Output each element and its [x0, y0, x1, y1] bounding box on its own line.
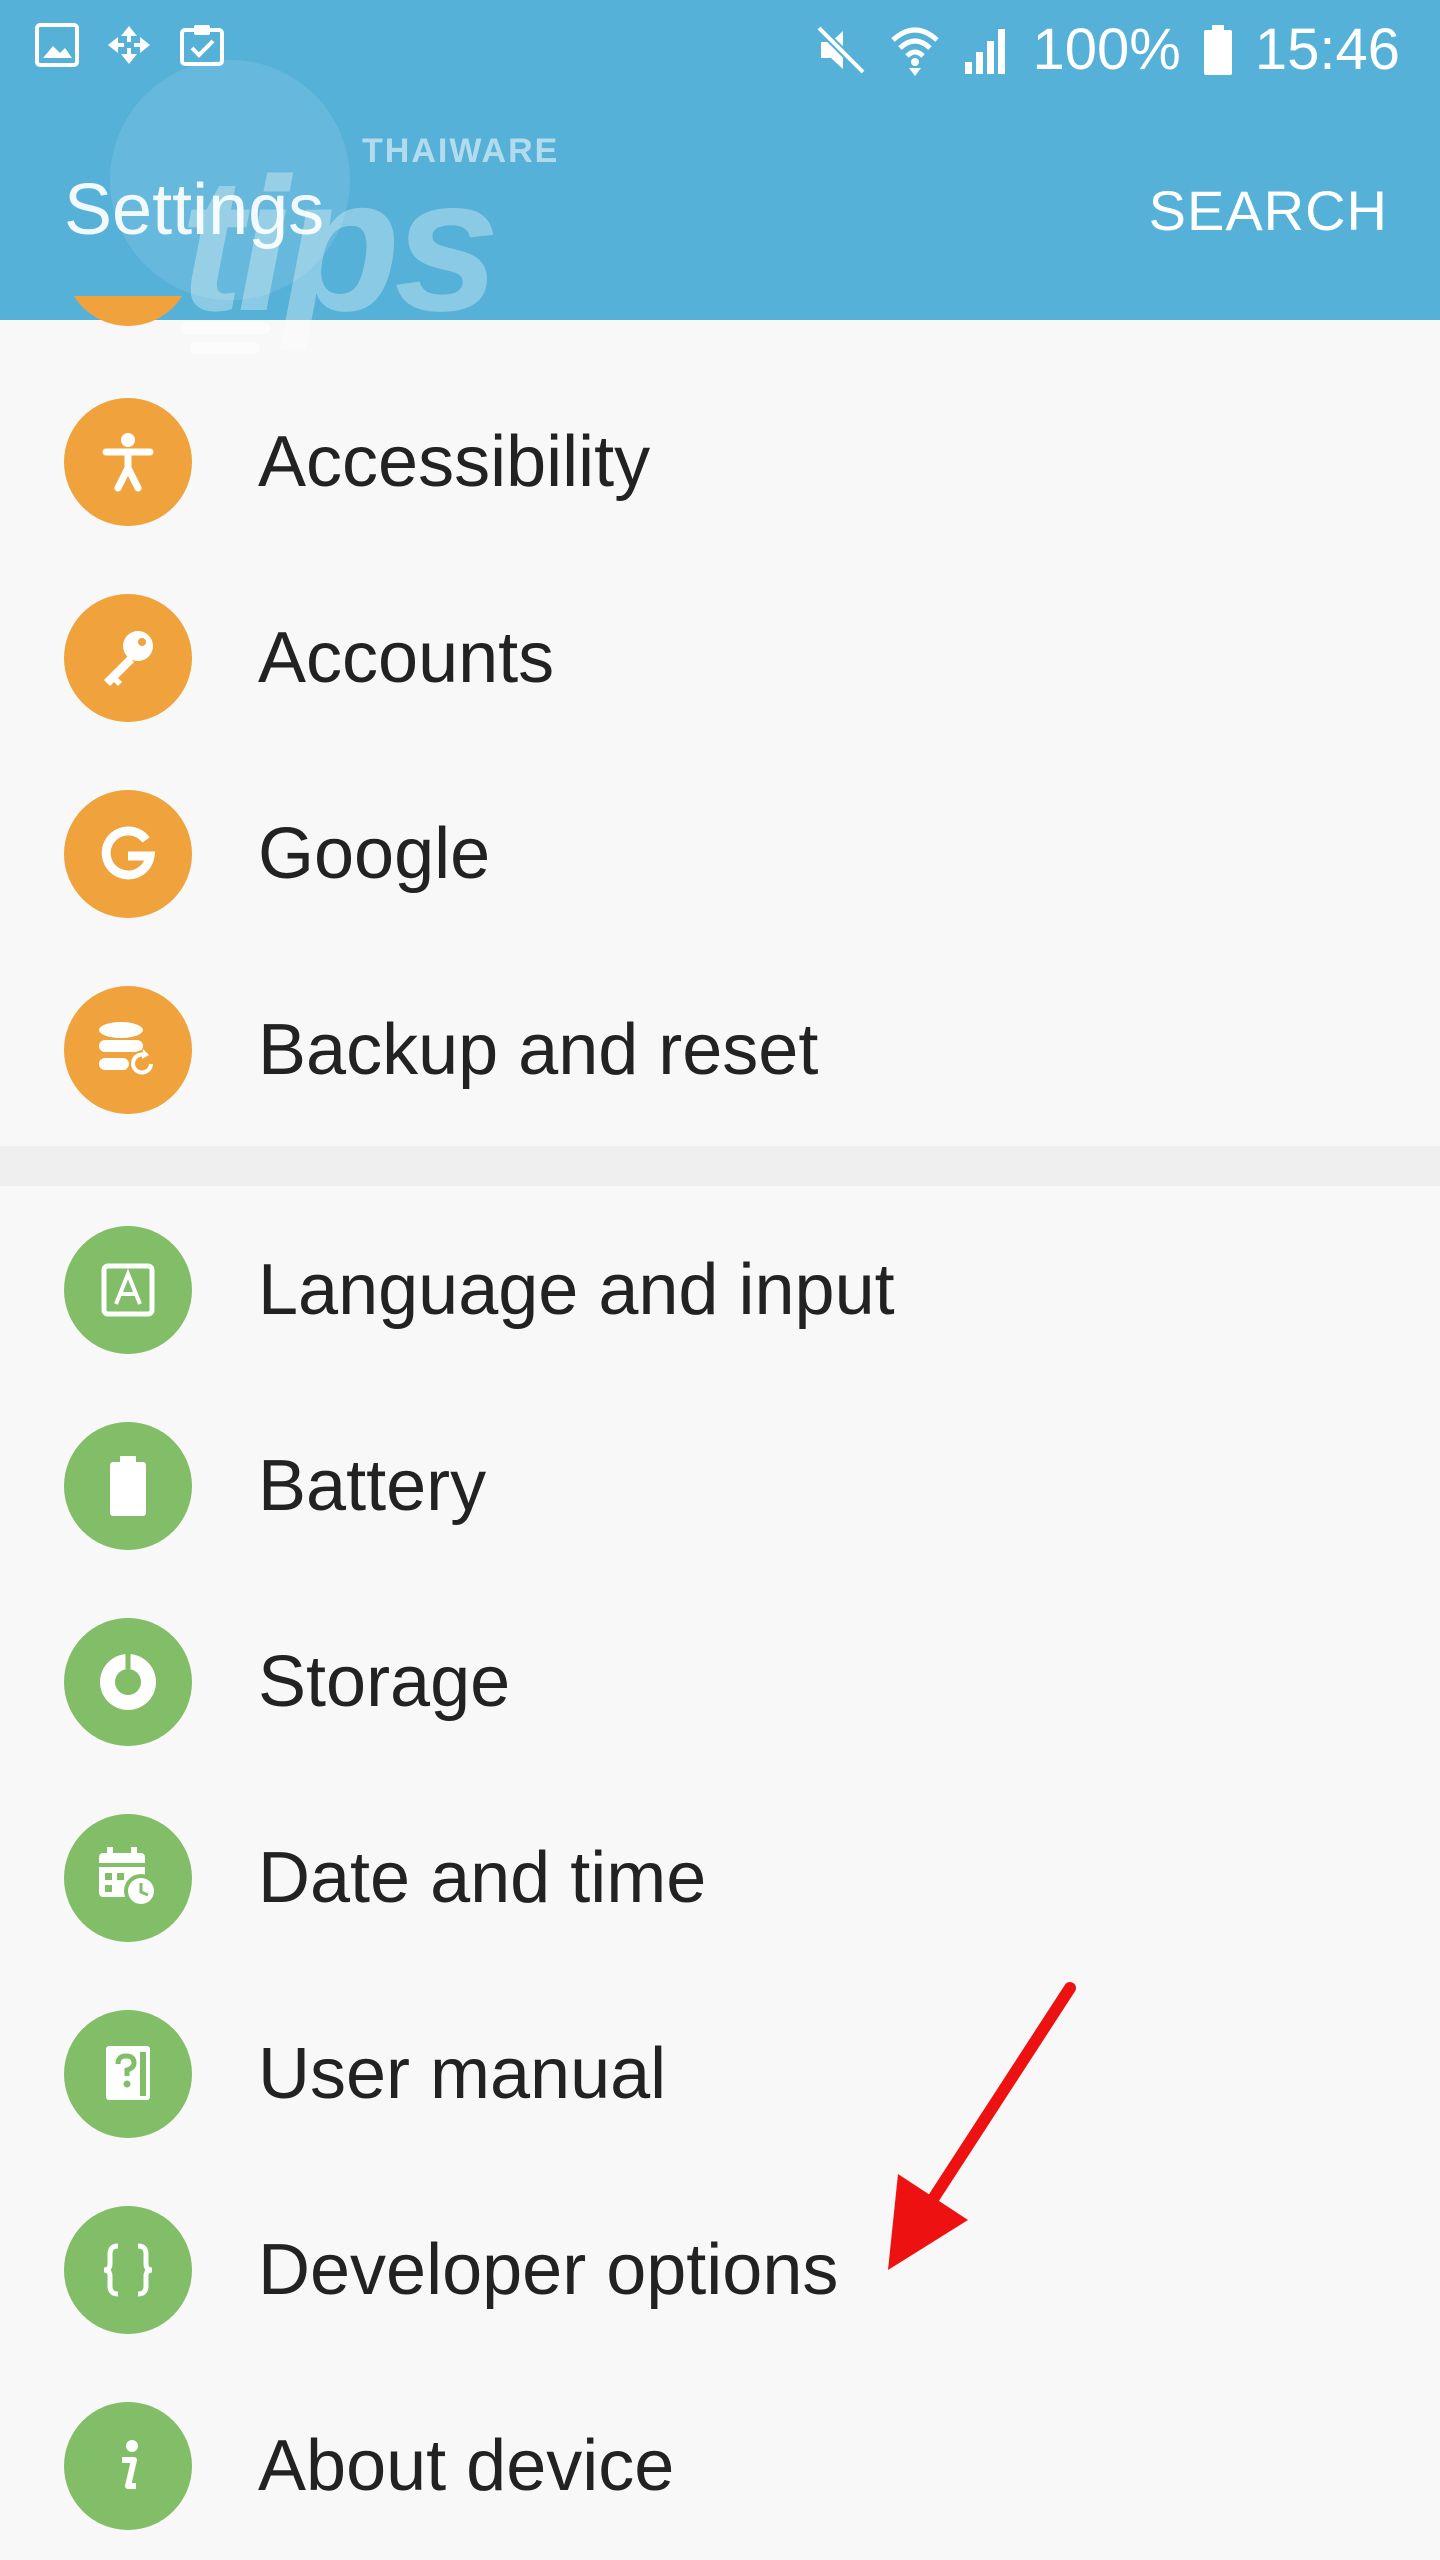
item-label: Accessibility: [258, 422, 651, 502]
search-button[interactable]: SEARCH: [1149, 176, 1388, 246]
key-icon: [64, 594, 192, 722]
list-item-developer-options[interactable]: Developer options: [0, 2172, 1440, 2368]
clock: 15:46: [1254, 17, 1400, 82]
wifi-icon: [889, 22, 941, 78]
braces-icon: [64, 2206, 192, 2334]
list-item-google[interactable]: Google: [0, 756, 1440, 952]
language-icon: [64, 1226, 192, 1354]
page-title: Settings: [64, 170, 325, 250]
item-label: About device: [258, 2426, 675, 2506]
battery-percent: 100%: [1032, 17, 1181, 82]
list-item-date-and-time[interactable]: Date and time: [0, 1780, 1440, 1976]
app-bar: 100% 15:46 Settings SEARCH: [0, 0, 1440, 320]
google-icon: [64, 790, 192, 918]
item-label: Developer options: [258, 2230, 839, 2310]
item-label: Battery: [258, 1446, 487, 1526]
item-label: Language and input: [258, 1250, 895, 1330]
backup-icon: [64, 986, 192, 1114]
accessibility-icon: [64, 398, 192, 526]
gallery-icon: [34, 22, 80, 68]
item-label: Date and time: [258, 1838, 707, 1918]
system-status: 100% 15:46: [813, 14, 1400, 86]
calendar-clock-icon: [64, 1814, 192, 1942]
list-item-backup-and-reset[interactable]: Backup and reset: [0, 952, 1440, 1148]
item-label: Storage: [258, 1642, 511, 1722]
list-item-about-device[interactable]: About device: [0, 2368, 1440, 2560]
settings-list: Accessibility Accounts Google Backup and…: [0, 320, 1440, 2560]
list-item-battery[interactable]: Battery: [0, 1388, 1440, 1584]
help-book-icon: [64, 2010, 192, 2138]
mute-icon: [813, 22, 869, 78]
sync-icon: [104, 22, 154, 68]
status-bar: 100% 15:46: [0, 0, 1440, 100]
partial-item-icon: [64, 296, 192, 326]
item-label: Backup and reset: [258, 1010, 819, 1090]
notification-icons: [34, 22, 226, 68]
info-icon: [64, 2402, 192, 2530]
group-divider: [0, 1146, 1440, 1186]
battery-icon: [1201, 23, 1235, 77]
clipboard-check-icon: [178, 22, 226, 68]
list-item-accessibility[interactable]: Accessibility: [0, 364, 1440, 560]
list-item-storage[interactable]: Storage: [0, 1584, 1440, 1780]
item-label: Google: [258, 814, 491, 894]
list-item-user-manual[interactable]: User manual: [0, 1976, 1440, 2172]
battery-icon: [64, 1422, 192, 1550]
item-label: User manual: [258, 2034, 667, 2114]
signal-icon: [961, 24, 1013, 76]
storage-icon: [64, 1618, 192, 1746]
list-item-accounts[interactable]: Accounts: [0, 560, 1440, 756]
item-label: Accounts: [258, 618, 555, 698]
list-item-language-and-input[interactable]: Language and input: [0, 1192, 1440, 1388]
